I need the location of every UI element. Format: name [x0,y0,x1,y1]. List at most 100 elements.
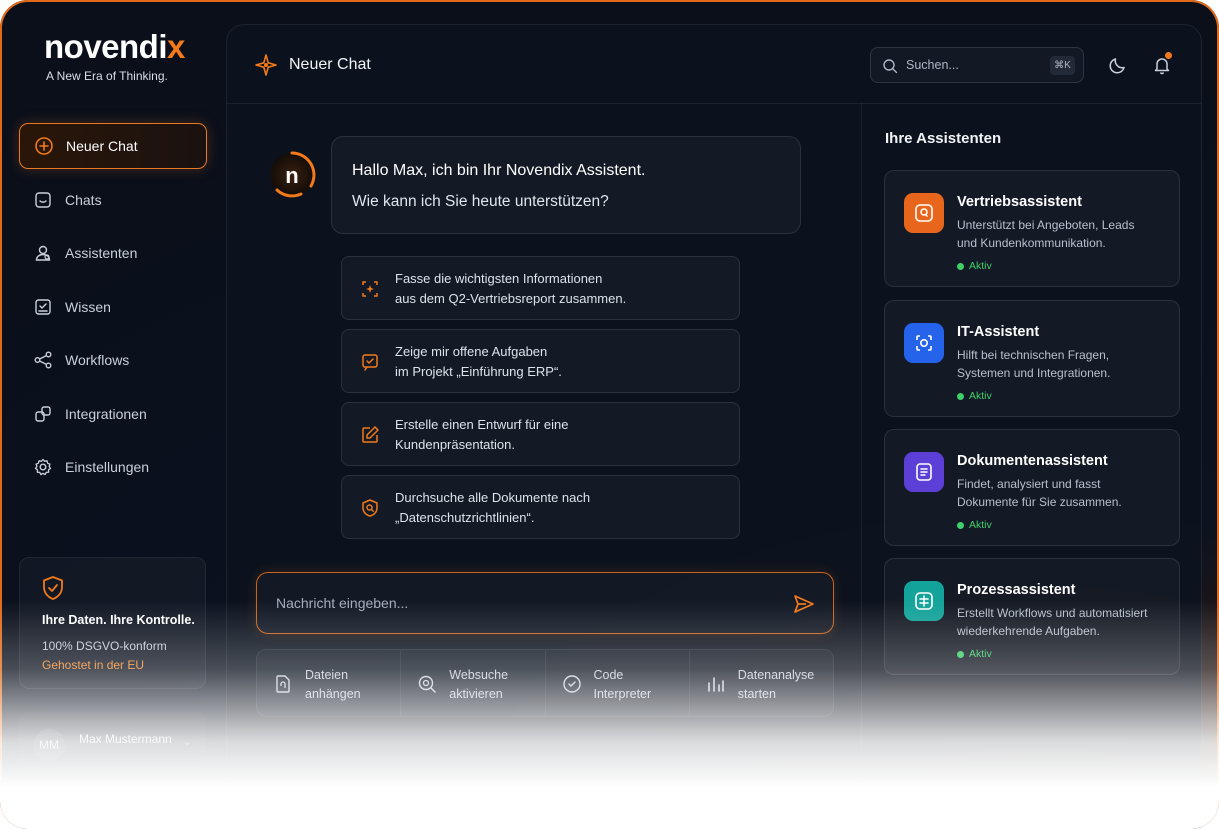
status-dot [957,651,964,658]
search-input[interactable]: Suchen... ⌘K [870,47,1084,83]
sidebar-item-label: Chats [65,191,102,208]
document-assistant-icon [904,452,944,492]
svg-text:n: n [285,163,298,188]
status-dot [957,393,964,400]
page-title: Neuer Chat [289,56,371,73]
knowledge-icon [33,297,53,317]
sidebar-item-label: Einstellungen [65,459,150,475]
search-shortcut-badge: ⌘K [1050,56,1075,75]
sidebar-item-assistants[interactable]: Assistenten [19,230,207,276]
plus-circle-icon [34,136,54,156]
message-input[interactable]: Nachricht eingeben... [256,572,834,634]
privacy-card: Ihre Daten. Ihre Kontrolle. 100% DSGVO-k… [19,557,206,689]
bar-chart-icon [707,677,724,692]
assistant-desc-2: und Kundenkommunikation. [957,236,1106,250]
globe-search-icon [419,675,436,693]
assistant-name: Dokumentenassistent [957,453,1108,469]
privacy-title: Ihre Daten. Ihre Kontrolle. [42,613,195,627]
sidebar-item-knowledge[interactable]: Wissen [19,284,207,330]
sidebar-item-new-chat[interactable]: Neuer Chat [19,123,207,169]
message-placeholder: Nachricht eingeben... [276,595,409,611]
tool-label-2: Interpreter [593,687,652,701]
sidebar-item-settings[interactable]: Einstellungen [19,444,207,490]
status-dot [957,263,964,270]
assistant-desc-1: Erstellt Workflows und automatisiert [957,606,1148,620]
tool-label-1: Websuche [449,668,509,682]
assistant-card-sales[interactable]: Vertriebsassistent Unterstützt bei Angeb… [884,170,1180,287]
suggestion-line-1: Durchsuche alle Dokumente nach [395,490,591,505]
gear-icon [33,457,53,477]
app-window: novendix A New Era of Thinking. Neuer Ch… [0,0,1219,829]
main-panel: Neuer Chat Suchen... ⌘K n Hallo Max, ich… [226,24,1202,829]
sales-assistant-icon [904,193,944,233]
integration-icon [33,404,53,424]
brand-logo[interactable]: novendix [44,28,185,66]
status-badge: Aktiv [969,390,992,402]
send-icon[interactable] [793,593,815,615]
assistants-heading: Ihre Assistenten [885,130,1002,147]
sidebar-item-label: Neuer Chat [66,138,138,154]
summary-icon [362,281,378,297]
assistant-card-process[interactable]: Prozessassistent Erstellt Workflows und … [884,558,1180,675]
status-dot [957,522,964,529]
tool-label-1: Datenanalyse [737,668,815,682]
suggestion-card[interactable]: Fasse die wichtigsten Informationen aus … [341,256,740,320]
avatar: MM [33,729,65,761]
file-icon [276,675,290,693]
assistant-avatar-icon: n [270,151,316,198]
sparkle-icon [255,54,277,76]
tool-label-2: starten [737,687,776,701]
suggestion-line-1: Erstelle einen Entwurf für eine [395,417,569,432]
assistant-message: Hallo Max, ich bin Ihr Novendix Assisten… [331,136,801,234]
assistant-desc-2: Systemen und Integrationen. [957,366,1111,380]
greeting-line-2: Wie kann ich Sie heute unterstützen? [352,193,609,210]
edit-icon [362,426,379,443]
assistant-desc-1: Findet, analysiert und fasst [957,477,1101,491]
search-placeholder: Suchen... [906,58,959,72]
it-assistant-icon [904,323,944,363]
task-list-icon [362,354,378,371]
tool-attach-files[interactable]: Dateien anhängen [257,650,402,716]
tool-code-interpreter[interactable]: Code Interpreter [546,650,690,716]
notification-dot [1165,52,1172,59]
search-icon [883,59,898,74]
privacy-hosting: Gehostet in der EU [42,658,145,672]
suggestion-line-1: Zeige mir offene Aufgaben [395,344,548,359]
workflow-icon [33,350,53,370]
tool-data-analysis[interactable]: Datenanalyse starten [690,650,833,716]
chat-icon [33,190,53,210]
assistant-card-documents[interactable]: Dokumentenassistent Findet, analysiert u… [884,429,1180,546]
suggestion-line-1: Fasse die wichtigsten Informationen [395,271,603,286]
status-badge: Aktiv [969,519,992,531]
process-assistant-icon [904,581,944,621]
sidebar-item-integrations[interactable]: Integrationen [19,391,207,437]
suggestion-card[interactable]: Erstelle einen Entwurf für eine Kundenpr… [341,402,740,466]
suggestion-card[interactable]: Durchsuche alle Dokumente nach „Datensch… [341,475,740,539]
sidebar-item-workflows[interactable]: Workflows [19,337,207,383]
assistant-card-it[interactable]: IT-Assistent Hilft bei technischen Frage… [884,300,1180,417]
sidebar-nav: Neuer Chat Chats Assistenten Wissen Work… [19,123,207,498]
tool-web-search[interactable]: Websuche aktivieren [401,650,546,716]
suggestion-line-2: aus dem Q2-Vertriebsreport zusammen. [395,291,627,306]
assistant-icon [33,243,53,263]
sidebar-item-chats[interactable]: Chats [19,177,207,223]
suggestion-card[interactable]: Zeige mir offene Aufgaben im Projekt „Ei… [341,329,740,393]
assistant-name: Prozessassistent [957,582,1076,598]
sidebar-item-label: Wissen [65,298,111,315]
user-menu[interactable]: MM Max Mustermann ⌄ [19,712,206,768]
status-badge: Aktiv [969,260,992,272]
moon-icon[interactable] [1109,56,1127,74]
sidebar-item-label: Integrationen [65,405,147,422]
status-badge: Aktiv [969,648,992,660]
shield-check-icon [43,576,63,600]
search-shield-icon [362,499,378,517]
suggestion-line-2: „Datenschutzrichtlinien“. [395,510,535,525]
chevron-down-icon: ⌄ [183,737,192,748]
suggestion-line-2: Kundenpräsentation. [395,437,515,452]
sidebar-item-label: Workflows [65,352,130,368]
panel-divider [861,103,862,829]
chat-tools: Dateien anhängen Websuche aktivieren Cod… [256,649,834,717]
assistant-desc-2: Dokumente für Sie zusammen. [957,495,1122,509]
sidebar: novendix A New Era of Thinking. Neuer Ch… [0,0,226,829]
brand-tagline: A New Era of Thinking. [46,69,168,83]
